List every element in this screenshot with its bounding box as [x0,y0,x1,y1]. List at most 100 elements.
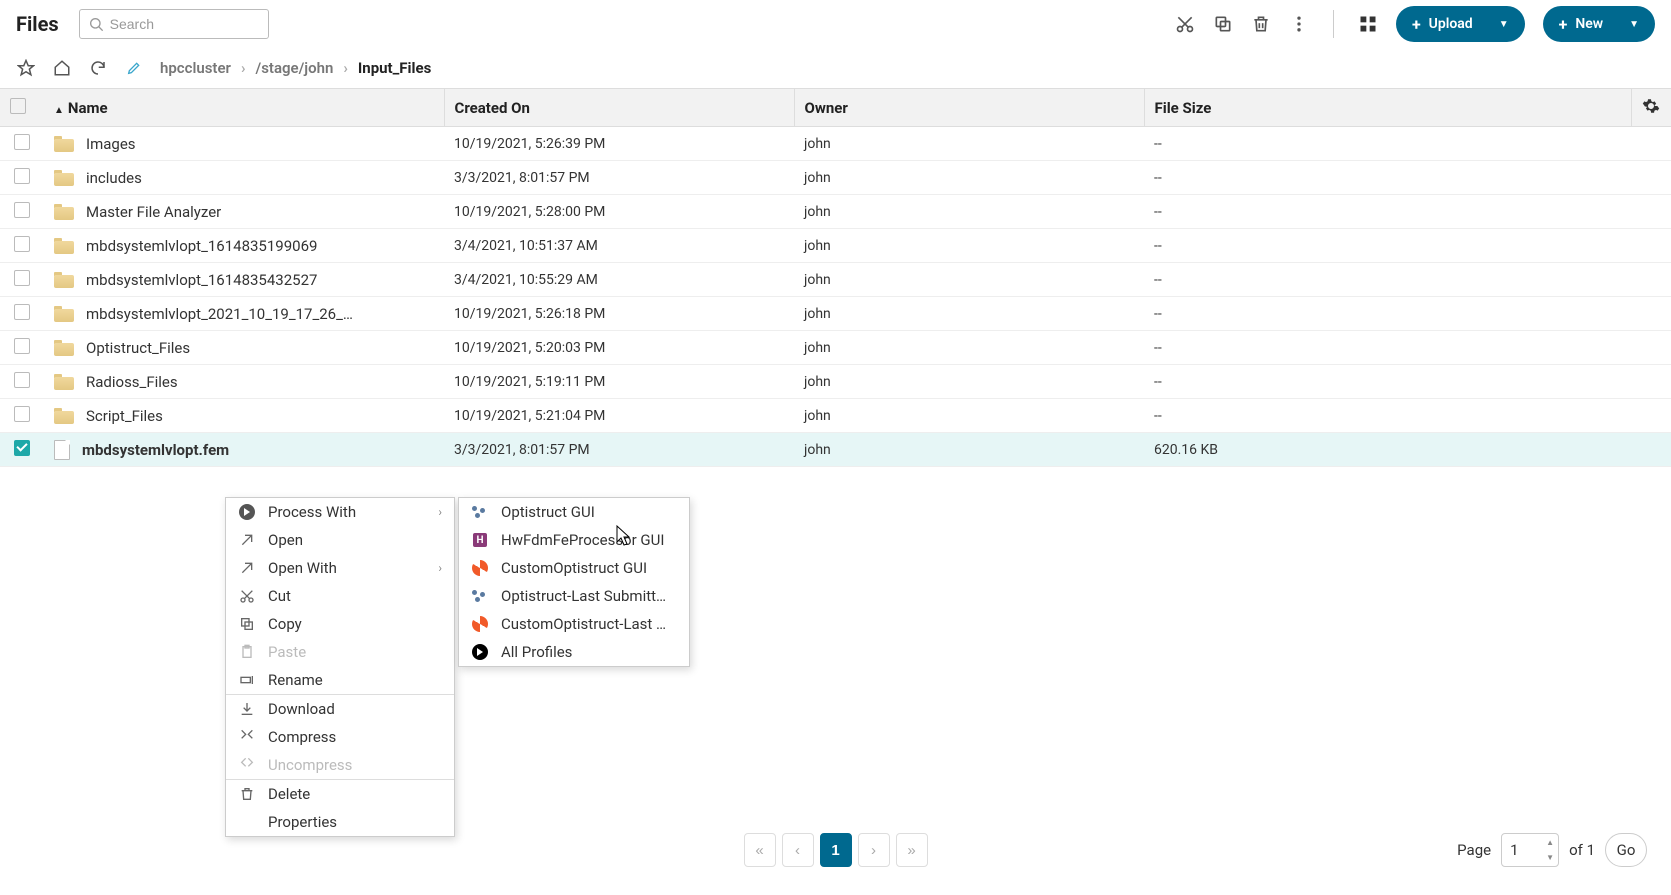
menu-item-icon [238,672,256,688]
menu-item-label: Rename [268,671,323,689]
row-checkbox[interactable] [0,229,44,263]
menu-item-open[interactable]: Open [226,526,454,554]
row-name: mbdsystemlvlopt_1614835199069 [86,237,317,255]
row-owner: john [794,263,1144,297]
folder-icon [54,170,74,186]
row-checkbox[interactable] [0,365,44,399]
menu-item-icon [471,560,489,576]
row-size: -- [1144,127,1631,161]
breadcrumb: hpccluster › /stage/john › Input_Files [160,59,431,77]
favorite-icon[interactable] [16,58,36,78]
menu-item-download[interactable]: Download [226,695,454,723]
folder-icon [54,204,74,220]
menu-item-hwfdmfeprocessor-gui[interactable]: H HwFdmFeProcessor GUI [459,526,689,554]
table-row[interactable]: mbdsystemlvlopt.fem3/3/2021, 8:01:57 PMj… [0,433,1671,467]
menu-item-customoptistruct-gui[interactable]: CustomOptistruct GUI [459,554,689,582]
table-row[interactable]: mbdsystemlvlopt_16148351990693/4/2021, 1… [0,229,1671,263]
menu-item-all-profiles[interactable]: All Profiles [459,638,689,666]
context-menu[interactable]: Process With› Open Open With›CutCopy Paste R… [225,497,455,837]
upload-button[interactable]: + Upload ▼ [1396,6,1525,42]
row-owner: john [794,195,1144,229]
table-row[interactable]: mbdsystemlvlopt_1614835432527 3/4/2021, 1… [0,263,1671,297]
sort-asc-icon: ▲ [54,105,64,116]
row-created: 10/19/2021, 5:20:03 PM [444,331,794,365]
context-submenu[interactable]: Optistruct GUI H HwFdmFeProcessor GUI Custo… [458,497,690,667]
menu-item-process-with[interactable]: Process With› [226,498,454,526]
table-row[interactable]: Optistruct_Files10/19/2021, 5:20:03 PMjo… [0,331,1671,365]
menu-item-optistruct-last-submitt-[interactable]: Optistruct-Last Submitt… [459,582,689,610]
page-input[interactable]: 1 ▲▼ [1501,833,1559,867]
grid-view-icon[interactable] [1358,14,1378,34]
row-checkbox[interactable] [0,195,44,229]
menu-item-label: HwFdmFeProcessor GUI [501,531,664,549]
menu-item-icon: H [471,533,489,547]
column-owner[interactable]: Owner [794,89,1144,127]
pager-first[interactable]: « [744,833,776,867]
row-checkbox[interactable] [0,399,44,433]
pager-prev[interactable]: ‹ [782,833,814,867]
search-box[interactable] [79,9,269,39]
chevron-right-icon: › [438,505,442,519]
folder-icon [54,408,74,424]
menu-item-label: Open [268,531,303,549]
menu-item-label: All Profiles [501,643,572,661]
row-name: mbdsystemlvlopt_1614835432527 [86,271,317,289]
menu-item-delete[interactable]: Delete [226,780,454,808]
menu-item-open-with[interactable]: Open With› [226,554,454,582]
breadcrumb-current: Input_Files [358,59,431,77]
home-icon[interactable] [52,58,72,78]
table-row[interactable]: mbdsystemlvlopt_2021_10_19_17_26_…10/19/… [0,297,1671,331]
row-created: 3/4/2021, 10:55:29 AM [444,263,794,297]
table-row[interactable]: Radioss_Files10/19/2021, 5:19:11 PMjohn-… [0,365,1671,399]
row-checkbox[interactable] [0,161,44,195]
menu-item-compress[interactable]: Compress [226,723,454,751]
pager-last[interactable]: » [896,833,928,867]
menu-item-label: Paste [268,643,306,661]
menu-item-icon [238,504,256,520]
menu-item-label: Compress [268,728,336,746]
menu-item-label: Download [268,700,335,718]
column-settings[interactable] [1631,89,1671,127]
menu-item-optistruct-gui[interactable]: Optistruct GUI [459,498,689,526]
column-created[interactable]: Created On [444,89,794,127]
pager-next[interactable]: › [858,833,890,867]
table-row[interactable]: Master File Analyzer10/19/2021, 5:28:00 … [0,195,1671,229]
row-created: 10/19/2021, 5:26:39 PM [444,127,794,161]
row-owner: john [794,433,1144,467]
refresh-icon[interactable] [88,58,108,78]
menu-item-customoptistruct-last-[interactable]: CustomOptistruct-Last … [459,610,689,638]
row-size: -- [1144,331,1631,365]
copy-icon[interactable] [1213,14,1233,34]
delete-icon[interactable] [1251,14,1271,34]
new-button[interactable]: + New ▼ [1543,6,1655,42]
menu-item-label: CustomOptistruct GUI [501,559,647,577]
menu-item-rename[interactable]: Rename [226,666,454,694]
chevron-down-icon: ▼ [1629,19,1639,30]
more-icon[interactable] [1289,14,1309,34]
page-stepper[interactable]: ▲▼ [1546,838,1554,862]
select-all-header[interactable] [0,89,44,127]
breadcrumb-part[interactable]: /stage/john [255,59,333,77]
pager-page-1[interactable]: 1 [820,833,852,867]
row-checkbox[interactable] [0,263,44,297]
menu-item-properties[interactable]: Properties [226,808,454,836]
row-checkbox[interactable] [0,433,44,467]
row-created: 3/3/2021, 8:01:57 PM [444,161,794,195]
table-row[interactable]: Images10/19/2021, 5:26:39 PMjohn-- [0,127,1671,161]
table-row[interactable]: Script_Files10/19/2021, 5:21:04 PMjohn-- [0,399,1671,433]
edit-path-icon[interactable] [124,58,144,78]
row-checkbox[interactable] [0,127,44,161]
row-size: -- [1144,297,1631,331]
go-button[interactable]: Go [1605,833,1647,867]
menu-item-icon [238,588,256,604]
breadcrumb-part[interactable]: hpccluster [160,59,231,77]
menu-item-copy[interactable]: Copy [226,610,454,638]
row-checkbox[interactable] [0,297,44,331]
row-checkbox[interactable] [0,331,44,365]
column-name[interactable]: ▲Name [44,89,444,127]
search-input[interactable] [110,16,260,32]
table-row[interactable]: includes3/3/2021, 8:01:57 PMjohn-- [0,161,1671,195]
column-size[interactable]: File Size [1144,89,1631,127]
menu-item-cut[interactable]: Cut [226,582,454,610]
cut-icon[interactable] [1175,14,1195,34]
